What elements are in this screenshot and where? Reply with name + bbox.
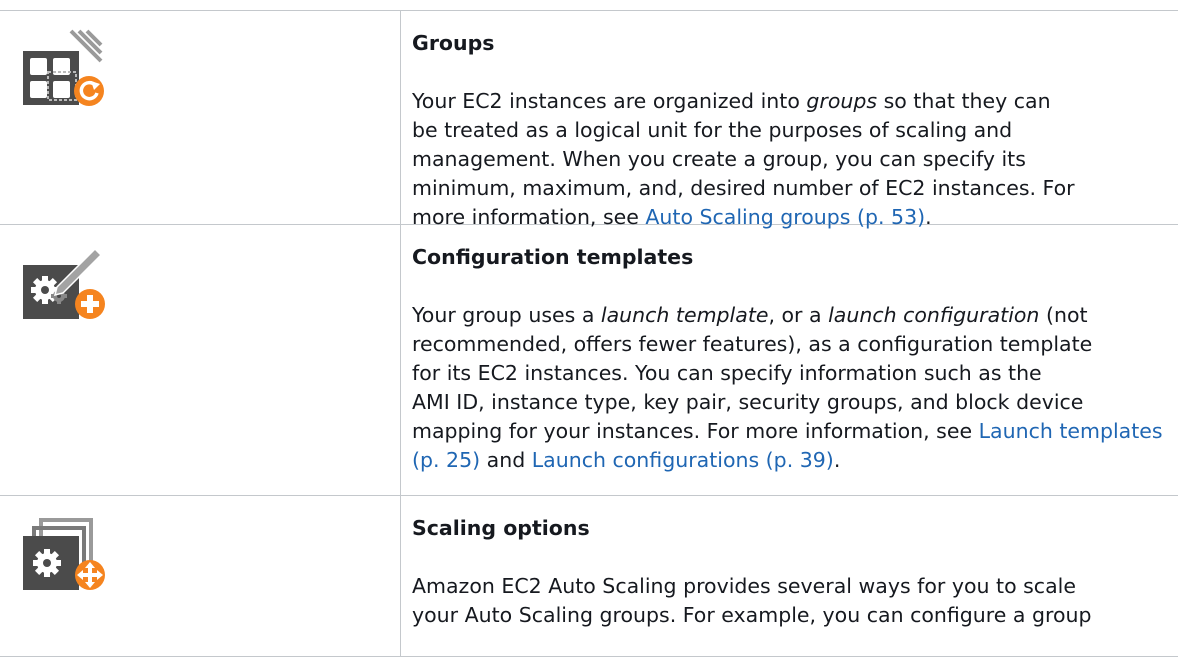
table-row-groups: Groups Your EC2 instances are organized … (0, 11, 1178, 229)
configuration-template-icon (23, 247, 105, 319)
icon-cell (0, 11, 401, 224)
configuration-templates-text: Configuration templates Your group uses … (412, 225, 1178, 489)
icon-cell (0, 496, 401, 656)
scaling-options-description: Amazon EC2 Auto Scaling provides several… (412, 574, 1092, 627)
table-row-scaling-options: Scaling options Amazon EC2 Auto Scaling … (0, 496, 1178, 657)
groups-description: Your EC2 instances are organized into gr… (412, 89, 1075, 229)
icon-cell (0, 225, 401, 495)
link-launch-configurations[interactable]: Launch configurations (p. 39) (532, 448, 834, 472)
heading-groups: Groups (412, 31, 495, 55)
table-row-configuration-templates: Configuration templates Your group uses … (0, 225, 1178, 496)
configuration-templates-description: Your group uses a launch template, or a … (412, 303, 1163, 472)
groups-text: Groups Your EC2 instances are organized … (412, 11, 1178, 246)
concepts-table: Groups Your EC2 instances are organized … (0, 10, 1178, 657)
heading-scaling-options: Scaling options (412, 516, 590, 540)
scaling-options-text: Scaling options Amazon EC2 Auto Scaling … (412, 496, 1178, 644)
scaling-options-icon (23, 518, 105, 590)
heading-configuration-templates: Configuration templates (412, 245, 694, 269)
auto-scaling-group-icon (23, 29, 104, 106)
